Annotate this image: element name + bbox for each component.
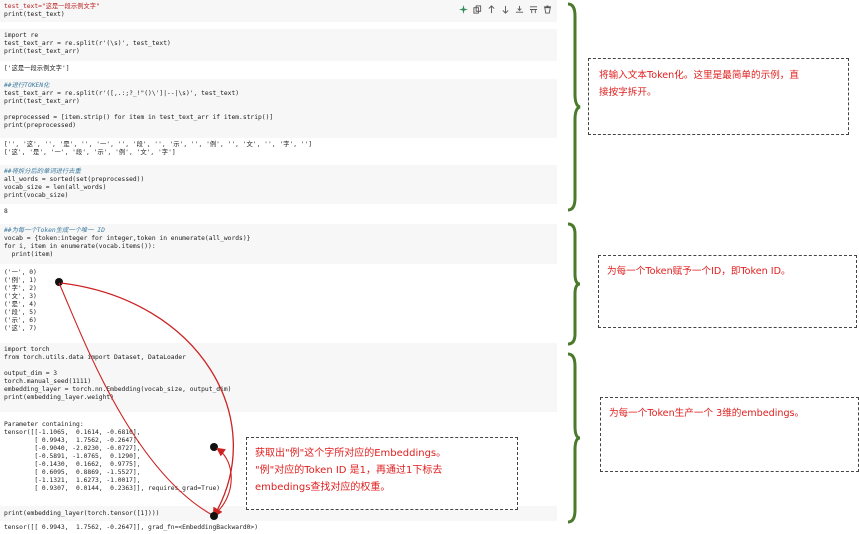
arrow-up-icon[interactable] <box>484 3 498 15</box>
code-line: print(preprocessed) <box>4 122 77 129</box>
cell-toolbar <box>456 3 554 15</box>
code-comment: ##将拆分后的单词进行去重 <box>4 168 81 175</box>
code-cell-3[interactable]: ##进行TOKEN化 test_text_arr = re.split(r'([… <box>0 79 557 138</box>
cell-output: Parameter containing: <box>4 421 84 428</box>
embedding-row: tensor([[-1.1065, 0.1614, -0.6810], <box>4 429 141 436</box>
brace-2 <box>567 222 581 346</box>
code-line: print(embedding_layer(torch.tensor([1]))… <box>4 510 160 517</box>
copy-icon[interactable] <box>470 3 484 15</box>
vocab-output-row: ('这', 7) <box>4 325 37 332</box>
code-line: test_text_arr = re.split(r'(\s)', test_t… <box>4 40 171 47</box>
insert-icon[interactable] <box>512 3 526 15</box>
code-line: print(vocab_size) <box>4 192 69 199</box>
code-line: vocab_size = len(all_words) <box>4 184 107 191</box>
vocab-output-row: ('一', 0) <box>4 269 37 276</box>
vocab-output-row: ('是', 4) <box>4 301 37 308</box>
code-line: from torch.utils.data import Dataset, Da… <box>4 354 186 361</box>
code-line: for i, item in enumerate(vocab.items()): <box>4 243 156 250</box>
code-line: output_dim = 3 <box>4 370 58 377</box>
embedding-row: [ 0.6095, 0.8869, -1.5527], <box>4 469 141 476</box>
cell-output: ['这', '是', '一', '段', '示', '例', '文', '字'] <box>4 149 176 156</box>
code-line: print(item) <box>4 251 54 258</box>
embedding-row: [-0.1430, 0.1662, 0.9775], <box>4 461 141 468</box>
code-cell-5[interactable]: ##为每一个Token生成一个唯一 ID vocab = {token:inte… <box>0 224 557 264</box>
code-line: print(test_text_arr) <box>4 48 80 55</box>
cell-output: ['这是一段示例文字'] <box>4 65 70 72</box>
vocab-output-row: ('文', 3) <box>4 293 37 300</box>
brace-3 <box>567 352 581 524</box>
code-cell-2[interactable]: import re test_text_arr = re.split(r'(\s… <box>0 29 557 61</box>
embedding-row: [-1.1321, 1.6273, -1.0017], <box>4 477 141 484</box>
cell-output: tensor([[ 0.9943, 1.7562, -0.2647]], gra… <box>4 524 259 531</box>
code-line: preprocessed = [item.strip() for item in… <box>4 114 274 121</box>
code-cell-4[interactable]: ##将拆分后的单词进行去重 all_words = sorted(set(pre… <box>0 165 557 204</box>
vocab-output-row: ('示', 6) <box>4 317 37 324</box>
annotation-embedding: 为每一个Token生产一个 3维的embedings。 <box>600 397 859 472</box>
code-line: print(embedding_layer.weight) <box>4 394 114 401</box>
embedding-row: [-0.5891, -1.0765, 0.1290], <box>4 453 141 460</box>
embedding-row: [ 0.9307, 0.0144, 0.2363]], requires_gra… <box>4 485 221 492</box>
cell-output: ['', '这', '', '是', '', '一', '', '段', '',… <box>4 141 313 148</box>
code-comment: ##进行TOKEN化 <box>4 82 50 89</box>
code-line: import torch <box>4 346 50 353</box>
arrow-start-dot <box>55 278 63 286</box>
code-line: test_text_arr = re.split(r'([,.:;?_!"()\… <box>4 90 240 97</box>
vocab-output-row: ('段', 5) <box>4 309 37 316</box>
vocab-output-row: ('字', 2) <box>4 285 37 292</box>
code-cell-6[interactable]: import torch from torch.utils.data impor… <box>0 343 557 412</box>
code-line: torch.manual_seed(1111) <box>4 378 92 385</box>
annotation-tokenize: 将输入文本Token化。这里是最简单的示例，直 接按字拆开。 <box>588 58 849 135</box>
code-cell-1[interactable]: test_text="这是一段示例文字" print(test_text) <box>0 0 557 22</box>
code-line: all_words = sorted(set(preprocessed)) <box>4 176 145 183</box>
embedding-row: [ 0.9943, 1.7562, -0.2647], <box>4 437 141 444</box>
embedding-row: [-0.9040, -2.0230, -0.0727], <box>4 445 141 452</box>
code-line: import re <box>4 32 39 39</box>
weight-arrow <box>215 447 232 514</box>
split-icon[interactable] <box>526 3 540 15</box>
annotation-token-id: 为每一个Token赋予一个ID，即Token ID。 <box>598 255 857 328</box>
brace-1 <box>567 2 581 212</box>
vocab-output-row: ('例', 1) <box>4 277 37 284</box>
code-comment: ##为每一个Token生成一个唯一 ID <box>4 227 105 234</box>
code-line: embedding_layer = torch.nn.Embedding(voc… <box>4 386 232 393</box>
trash-icon[interactable] <box>540 3 554 15</box>
code-line: vocab = {token:integer for integer,token… <box>4 235 251 242</box>
cell-output: 8 <box>4 208 8 215</box>
code-line: print(test_text) <box>4 11 65 18</box>
code-line: print(test_text_arr) <box>4 98 80 105</box>
arrow-down-icon[interactable] <box>498 3 512 15</box>
code-line: test_text="这是一段示例文字" <box>4 3 100 10</box>
weight-dot <box>210 443 218 451</box>
sparkle-icon[interactable] <box>456 3 470 15</box>
annotation-lookup: 获取出"例"这个字所对应的Embeddings。 "例"对应的Token ID … <box>246 437 518 510</box>
